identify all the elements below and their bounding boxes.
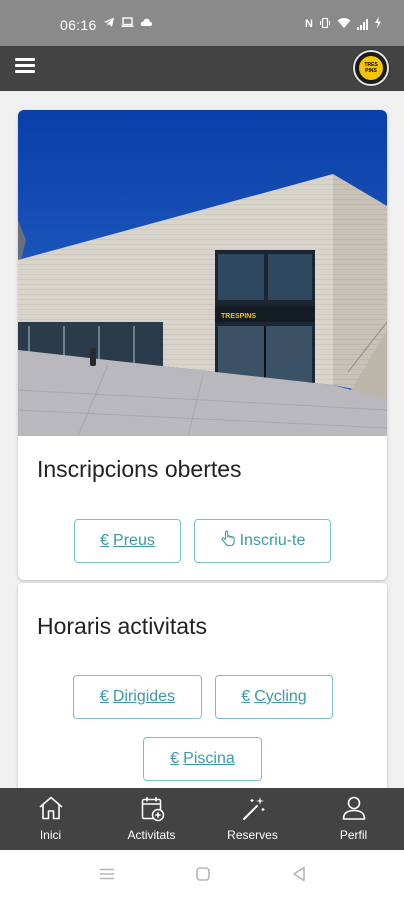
- logo[interactable]: TRES PINS: [353, 50, 389, 86]
- euro-icon: €: [99, 688, 109, 705]
- nav-label-perfil: Perfil: [339, 828, 368, 842]
- back-icon[interactable]: [290, 865, 308, 883]
- inscripcions-title: Inscripcions obertes: [37, 456, 242, 482]
- main-content[interactable]: TRESPINS Inscripcions obertes € Preus In…: [0, 91, 404, 788]
- piscina-label: Piscina: [183, 750, 235, 767]
- preus-button[interactable]: € Preus: [74, 519, 181, 563]
- laptop-icon: [121, 16, 134, 31]
- app-bar: TRES PINS: [0, 46, 404, 91]
- preus-label: Preus: [113, 532, 155, 549]
- cycling-button[interactable]: € Cycling: [215, 675, 333, 719]
- home-icon: [38, 796, 63, 820]
- inscriu-te-label: Inscriu-te: [239, 532, 306, 549]
- nav-item-reserves[interactable]: Reserves: [202, 788, 303, 850]
- nav-label-inici: Inici: [39, 828, 62, 842]
- nfc-icon: N: [305, 18, 313, 30]
- telegram-icon: [103, 16, 115, 31]
- hero-image: TRESPINS: [18, 110, 387, 436]
- euro-icon: €: [100, 532, 110, 549]
- cloud-icon: [140, 16, 153, 31]
- status-bar: 06:16 N: [0, 0, 404, 46]
- user-icon: [342, 796, 365, 820]
- bottom-nav: Inici Activitats Reserves Perfil: [0, 788, 404, 850]
- inscripcions-card: TRESPINS Inscripcions obertes € Preus In…: [18, 110, 387, 580]
- battery-charging-icon: [374, 16, 382, 32]
- hamburger-menu-icon[interactable]: [15, 58, 35, 78]
- home-button-icon[interactable]: [194, 865, 212, 883]
- nav-item-perfil[interactable]: Perfil: [303, 788, 404, 850]
- horaris-title: Horaris activitats: [37, 613, 207, 639]
- signal-icon: [357, 18, 368, 30]
- dirigides-label: Dirigides: [112, 688, 176, 705]
- dirigides-button[interactable]: € Dirigides: [73, 675, 202, 719]
- recent-apps-icon[interactable]: [98, 865, 116, 883]
- nav-item-inici[interactable]: Inici: [0, 788, 101, 850]
- piscina-button[interactable]: € Piscina: [143, 737, 262, 781]
- system-nav-bar: [0, 850, 404, 900]
- hand-pointer-icon: [220, 530, 236, 552]
- logo-text-bottom: PINS: [365, 68, 377, 74]
- wifi-icon: [337, 17, 351, 32]
- nav-item-activitats[interactable]: Activitats: [101, 788, 202, 850]
- vibrate-icon: [319, 17, 331, 32]
- euro-icon: €: [170, 750, 180, 767]
- magic-wand-icon: [242, 797, 264, 820]
- hero-sign: TRESPINS: [221, 313, 256, 320]
- cycling-label: Cycling: [254, 688, 307, 705]
- nav-label-activitats: Activitats: [127, 828, 176, 842]
- nav-label-reserves: Reserves: [227, 828, 278, 842]
- horaris-card: Horaris activitats € Dirigides € Cycling…: [18, 583, 387, 788]
- status-time: 06:16: [60, 17, 97, 33]
- inscriu-te-button[interactable]: Inscriu-te: [194, 519, 331, 563]
- euro-icon: €: [241, 688, 251, 705]
- calendar-add-icon: [141, 797, 164, 822]
